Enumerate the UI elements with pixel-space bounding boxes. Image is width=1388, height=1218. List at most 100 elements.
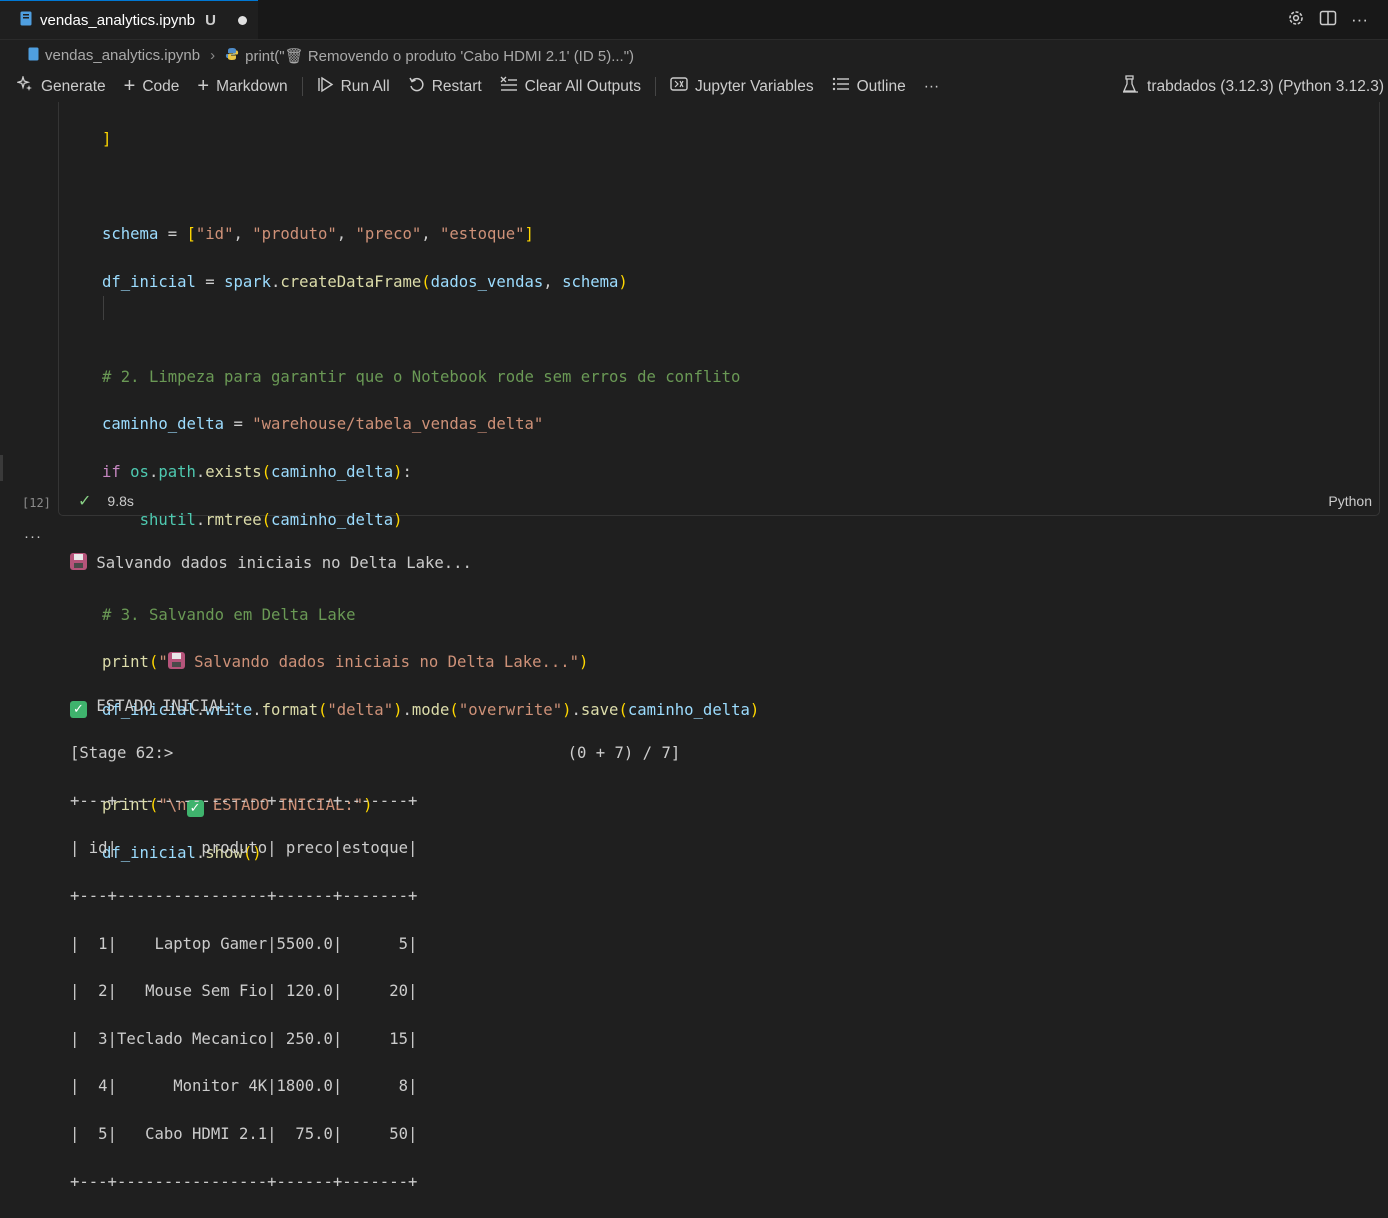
notebook-toolbar: Generate + Code + Markdown Run All Resta… [0, 71, 1388, 102]
kernel-picker[interactable]: trabdados (3.12.3) (Python 3.12.3) [1123, 71, 1384, 102]
output-line: [Stage 62:> (0 + 7) / 7] [70, 742, 680, 766]
split-editor-icon[interactable] [1319, 9, 1337, 30]
code-line: ] [102, 128, 759, 152]
code-label: Code [142, 77, 180, 95]
code-token: if [102, 462, 121, 481]
more-actions-icon[interactable]: ··· [1351, 11, 1368, 28]
output-line: ✓ ESTADO INICIAL: [70, 695, 680, 719]
breadcrumb-file[interactable]: vendas_analytics.ipynb [45, 47, 200, 64]
code-token: createDataFrame [280, 272, 422, 291]
code-token: [ [186, 224, 196, 243]
code-token: schema [102, 224, 159, 243]
code-comment: # 2. Limpeza para garantir que o Noteboo… [102, 367, 741, 386]
plus-icon: + [123, 75, 136, 97]
code-token: caminho_delta [271, 462, 394, 481]
variables-icon [670, 76, 688, 97]
table-row: | id| produto| preco|estoque| [70, 839, 418, 858]
add-code-cell-button[interactable]: + Code [124, 75, 180, 98]
code-token: dados_vendas [430, 272, 544, 291]
output-text: ESTADO INICIAL: [87, 696, 238, 715]
python-icon [225, 47, 239, 65]
code-token: path [158, 462, 196, 481]
more-toolbar-button[interactable]: ··· [924, 78, 940, 96]
settings-gear-icon[interactable] [1287, 9, 1305, 30]
code-token: "estoque" [440, 224, 525, 243]
code-token: os [130, 462, 149, 481]
plus-icon: + [197, 75, 210, 97]
code-line: caminho_delta = "warehouse/tabela_vendas… [102, 415, 544, 434]
unsaved-dot-icon[interactable] [237, 15, 247, 25]
outline-button[interactable]: Outline [832, 76, 906, 97]
notebook-file-icon [20, 11, 32, 30]
clear-all-outputs-button[interactable]: Clear All Outputs [500, 76, 641, 98]
table-row: | 3|Teclado Mecanico| 250.0| 15| [70, 1029, 418, 1048]
code-line: df_inicial = spark.createDataFrame(dados… [102, 272, 628, 291]
sparkle-icon [15, 74, 34, 98]
code-token: "produto" [252, 224, 337, 243]
outline-list-icon [832, 76, 850, 97]
success-check-icon: ✓ [78, 493, 92, 510]
output-actions-icon[interactable]: ··· [24, 528, 42, 545]
code-token: schema [562, 272, 619, 291]
run-all-icon [317, 76, 334, 98]
jupyter-variables-label: Jupyter Variables [694, 77, 814, 95]
execution-time: 9.8s [107, 493, 134, 509]
toolbar-divider [654, 77, 656, 96]
restart-icon [408, 76, 425, 98]
kernel-label: trabdados (3.12.3) (Python 3.12.3) [1147, 77, 1384, 95]
code-token: ] [102, 129, 112, 148]
cell-status-bar: ✓ 9.8s Python [58, 488, 1380, 514]
editor-tab-bar: vendas_analytics.ipynb U ··· [0, 0, 1388, 40]
run-all-label: Run All [340, 77, 390, 95]
tab-notebook[interactable]: vendas_analytics.ipynb U [0, 0, 258, 39]
output-line: Salvando dados iniciais no Delta Lake... [70, 552, 680, 576]
code-token: "preco" [355, 224, 422, 243]
table-row: | 1| Laptop Gamer|5500.0| 5| [70, 934, 418, 953]
code-token: "id" [195, 224, 234, 243]
clear-all-icon [500, 76, 518, 98]
generate-label: Generate [41, 77, 106, 95]
add-markdown-cell-button[interactable]: + Markdown [197, 75, 287, 98]
code-line: schema = ["id", "produto", "preco", "est… [102, 224, 534, 243]
floppy-disk-icon [70, 552, 87, 570]
table-row: +---+----------------+------+-------+ [70, 886, 418, 905]
table-row: | 2| Mouse Sem Fio| 120.0| 20| [70, 982, 418, 1001]
breadcrumb-cell[interactable]: print("🗑 Removendo o produto 'Cabo HDMI … [245, 47, 634, 65]
kernel-flask-icon [1123, 75, 1139, 98]
markdown-label: Markdown [216, 77, 288, 95]
code-token: = [195, 272, 225, 291]
code-token: "warehouse/tabela_vendas_delta" [252, 415, 544, 434]
execution-count: [12] [22, 496, 51, 510]
notebook-file-icon [28, 47, 39, 65]
outline-label: Outline [856, 77, 906, 95]
more-label: ··· [923, 77, 940, 95]
code-line: # 2. Limpeza para garantir que o Noteboo… [102, 366, 759, 390]
restart-button[interactable]: Restart [408, 76, 482, 98]
cell-language[interactable]: Python [1328, 493, 1372, 509]
code-token: spark [224, 272, 272, 291]
code-token: exists [205, 462, 262, 481]
table-row: | 4| Monitor 4K|1800.0| 8| [70, 1077, 418, 1096]
chevron-right-icon: › [210, 47, 216, 64]
code-token: ] [524, 224, 534, 243]
toolbar-divider [301, 77, 303, 96]
jupyter-variables-button[interactable]: Jupyter Variables [670, 76, 814, 97]
table-row: | 5| Cabo HDMI 2.1| 75.0| 50| [70, 1124, 418, 1143]
spark-stage-progress: [Stage 62:> (0 + 7) / 7] [70, 744, 681, 763]
run-all-button[interactable]: Run All [317, 76, 390, 98]
clear-all-outputs-label: Clear All Outputs [524, 77, 641, 95]
check-mark-icon: ✓ [70, 700, 87, 718]
tab-filename: vendas_analytics.ipynb [40, 11, 196, 29]
code-token: df_inicial [102, 272, 196, 291]
code-token: caminho_delta [102, 415, 225, 434]
code-token: = [158, 224, 187, 243]
tab-status: U [205, 11, 216, 29]
table-row: +---+----------------+------+-------+ [70, 1172, 418, 1191]
left-scroll-edge [0, 455, 3, 481]
output-text: Salvando dados iniciais no Delta Lake... [87, 553, 472, 572]
generate-button[interactable]: Generate [15, 74, 106, 98]
